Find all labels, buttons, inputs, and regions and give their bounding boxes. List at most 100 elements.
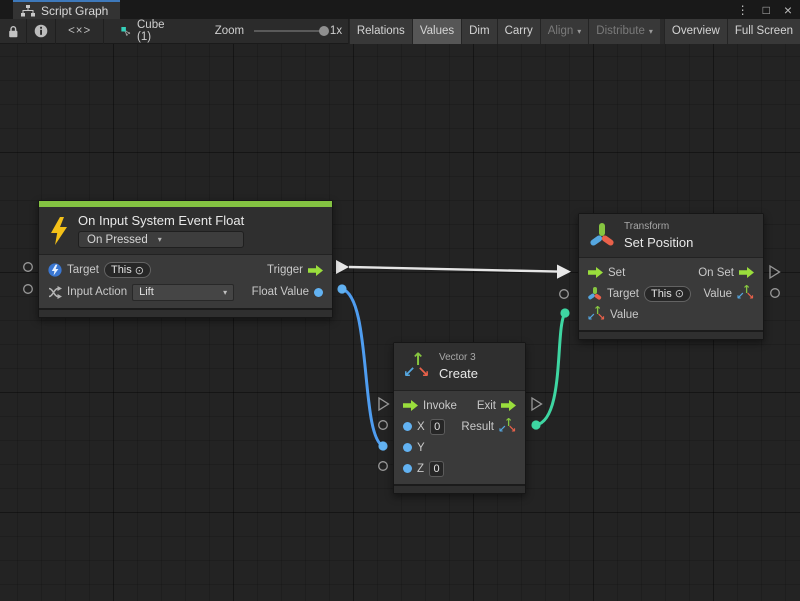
- y-label: Y: [417, 442, 425, 454]
- vector3-node-footer: [394, 484, 525, 493]
- event-target-row: Target This ⊙ Trigger: [39, 259, 332, 281]
- window-controls: ⋮ □ ×: [737, 0, 800, 19]
- node-set-position[interactable]: Transform Set Position Set On Set Target: [578, 213, 764, 340]
- chevron-down-icon: ▾: [158, 235, 162, 244]
- chevron-down-icon: ▾: [649, 27, 653, 36]
- setposition-title: Set Position: [624, 235, 693, 250]
- x-value-field[interactable]: 0: [430, 419, 445, 435]
- setposition-category: Transform: [624, 221, 693, 232]
- value-out-label: Value: [703, 288, 732, 300]
- maximize-icon[interactable]: □: [763, 3, 770, 17]
- event-target-object-field[interactable]: This ⊙: [104, 262, 151, 278]
- chevron-down-icon: ▾: [577, 27, 581, 36]
- transform-icon: [588, 286, 602, 301]
- code-view-icon: <×>: [68, 25, 91, 37]
- zoom-slider[interactable]: [254, 30, 324, 32]
- float-value-label: Float Value: [252, 286, 309, 298]
- zoom-label: Zoom: [215, 25, 244, 37]
- vector3-icon: ↑↙↘: [588, 306, 605, 323]
- value-in-label: Value: [610, 309, 639, 321]
- relations-button[interactable]: Relations: [349, 19, 412, 44]
- float-value-port-icon: [314, 288, 323, 297]
- vector3-category: Vector 3: [439, 352, 478, 363]
- event-mode-dropdown[interactable]: On Pressed ▾: [78, 231, 244, 248]
- x-row: X 0 Result ↑↙↘: [394, 416, 525, 437]
- graph-target-selector[interactable]: Cube (1): [115, 19, 176, 43]
- chevron-down-icon: ▾: [215, 288, 227, 297]
- exit-label: Exit: [477, 400, 496, 412]
- event-inputaction-row: Input Action Lift ▾ Float Value: [39, 281, 332, 303]
- full-screen-button[interactable]: Full Screen: [727, 19, 800, 44]
- close-icon[interactable]: ×: [784, 2, 792, 18]
- y-row: Y: [394, 437, 525, 458]
- graph-toolbar: <×> Cube (1) Zoom 1x Relations Values Di…: [0, 19, 800, 44]
- object-picker-icon[interactable]: ⊙: [675, 287, 684, 300]
- setposition-node-header: Transform Set Position: [579, 214, 763, 258]
- values-button[interactable]: Values: [412, 19, 461, 44]
- setposition-target-object-field[interactable]: This ⊙: [644, 286, 691, 302]
- event-node-footer: [39, 308, 332, 317]
- menu-icon[interactable]: ⋮: [737, 3, 749, 17]
- z-value-field[interactable]: 0: [429, 461, 444, 477]
- input-action-label: Input Action: [67, 286, 127, 298]
- flow-arrow-icon: [308, 265, 323, 276]
- distribute-button[interactable]: Distribute▾: [588, 19, 660, 44]
- toolbar-buttons: Relations Values Dim Carry Align▾ Distri…: [349, 19, 800, 44]
- vector3-icon: ↑↙↘: [404, 354, 430, 380]
- result-label: Result: [461, 421, 494, 433]
- event-node-header: On Input System Event Float On Pressed ▾: [39, 207, 332, 255]
- flow-arrow-icon: [739, 267, 754, 278]
- tab-bar: Script Graph ⋮ □ ×: [0, 0, 800, 19]
- input-action-icon: [48, 286, 62, 299]
- info-button[interactable]: [27, 19, 56, 44]
- align-button[interactable]: Align▾: [540, 19, 589, 44]
- x-port-icon: [403, 422, 412, 431]
- setposition-target-row: Target This ⊙ Value ↑↙↘: [579, 283, 763, 304]
- x-label: X: [417, 421, 425, 433]
- trigger-label: Trigger: [267, 264, 303, 276]
- carry-button[interactable]: Carry: [497, 19, 540, 44]
- dim-button[interactable]: Dim: [461, 19, 496, 44]
- vector3-node-header: ↑↙↘ Vector 3 Create: [394, 343, 525, 391]
- input-action-dropdown[interactable]: Lift ▾: [132, 284, 234, 301]
- node-on-input-system-event-float[interactable]: On Input System Event Float On Pressed ▾…: [38, 200, 333, 318]
- script-graph-icon: [21, 5, 35, 17]
- tab-title: Script Graph: [41, 4, 108, 18]
- lightning-bolt-icon: [49, 217, 69, 245]
- vector3-icon: ↑↙↘: [499, 418, 516, 435]
- setposition-node-footer: [579, 330, 763, 339]
- overview-button[interactable]: Overview: [664, 19, 727, 44]
- node-vector3-create[interactable]: ↑↙↘ Vector 3 Create Invoke Exit: [393, 342, 526, 494]
- event-target-label: Target: [67, 264, 99, 276]
- tab-script-graph[interactable]: Script Graph: [13, 0, 120, 19]
- set-row: Set On Set: [579, 262, 763, 283]
- event-node-title: On Input System Event Float: [78, 213, 244, 228]
- z-row: Z 0: [394, 458, 525, 479]
- zoom-level: 1x: [330, 25, 348, 37]
- z-port-icon: [403, 464, 412, 473]
- y-port-icon: [403, 443, 412, 452]
- flow-arrow-icon: [501, 400, 516, 411]
- z-label: Z: [417, 463, 424, 475]
- lock-button[interactable]: [0, 19, 27, 44]
- unity-visual-scripting-window: Script Graph ⋮ □ × <×>: [0, 0, 800, 601]
- flow-arrow-icon: [588, 267, 603, 278]
- vector3-title: Create: [439, 366, 478, 381]
- info-icon: [34, 24, 48, 38]
- invoke-label: Invoke: [423, 400, 457, 412]
- object-picker-icon[interactable]: ⊙: [135, 264, 144, 277]
- vector3-icon: ↑↙↘: [737, 285, 754, 302]
- flow-arrow-icon: [403, 400, 418, 411]
- setposition-value-row: ↑↙↘ Value: [579, 304, 763, 325]
- code-view-button[interactable]: <×>: [56, 19, 104, 44]
- zoom-slider-handle[interactable]: [319, 26, 329, 36]
- transform-icon: [589, 222, 615, 250]
- graph-pointer-icon: [121, 25, 131, 38]
- on-set-label: On Set: [698, 267, 734, 279]
- set-label: Set: [608, 267, 625, 279]
- invoke-row: Invoke Exit: [394, 395, 525, 416]
- lock-icon: [7, 25, 19, 38]
- input-system-icon: [48, 263, 62, 277]
- setposition-target-label: Target: [607, 288, 639, 300]
- graph-target-label: Cube (1): [137, 19, 171, 43]
